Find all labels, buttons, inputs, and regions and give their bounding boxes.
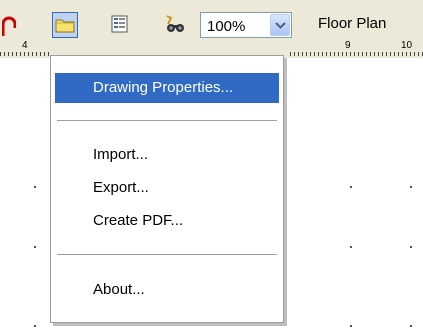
grid-dot — [34, 186, 36, 188]
ruler-label: 4 — [22, 40, 28, 51]
grid-dot — [350, 186, 352, 188]
menu-item-import[interactable]: Import... — [55, 140, 279, 170]
grid-dot — [34, 246, 36, 248]
find-button[interactable] — [162, 12, 188, 38]
menu-item-create-pdf[interactable]: Create PDF... — [55, 206, 279, 236]
ruler-ticks — [0, 52, 50, 56]
form-icon — [111, 15, 128, 33]
grid-dot — [410, 325, 412, 327]
grid-dot — [350, 325, 352, 327]
menu-item-drawing-properties[interactable]: Drawing Properties... — [55, 73, 279, 103]
sheet-label: Floor Plan — [318, 15, 387, 32]
ruler-label: 10 — [401, 40, 413, 51]
zoom-dropdown-button[interactable] — [270, 14, 290, 36]
zoom-select[interactable]: 100% — [200, 12, 292, 38]
ruler-label: 9 — [345, 40, 351, 51]
folder-icon — [55, 19, 75, 33]
form-button[interactable] — [108, 12, 134, 38]
context-menu: Drawing Properties... Import... Export..… — [50, 55, 284, 323]
dropdown-arrow-icon — [275, 22, 286, 29]
zoom-value: 100% — [207, 18, 246, 35]
grid-dot — [350, 246, 352, 248]
binoculars-icon — [166, 15, 184, 32]
menu-item-about[interactable]: About... — [55, 275, 279, 305]
grid-dot — [410, 246, 412, 248]
menu-separator — [57, 254, 277, 255]
menu-item-export[interactable]: Export... — [55, 173, 279, 203]
partial-toolbar-icon[interactable] — [2, 14, 16, 38]
open-folder-button[interactable] — [52, 12, 78, 38]
toolbar: 100% Floor Plan — [0, 0, 423, 58]
menu-separator — [57, 120, 277, 121]
grid-dot — [410, 186, 412, 188]
grid-dot — [34, 325, 36, 327]
ruler-ticks — [290, 52, 423, 56]
